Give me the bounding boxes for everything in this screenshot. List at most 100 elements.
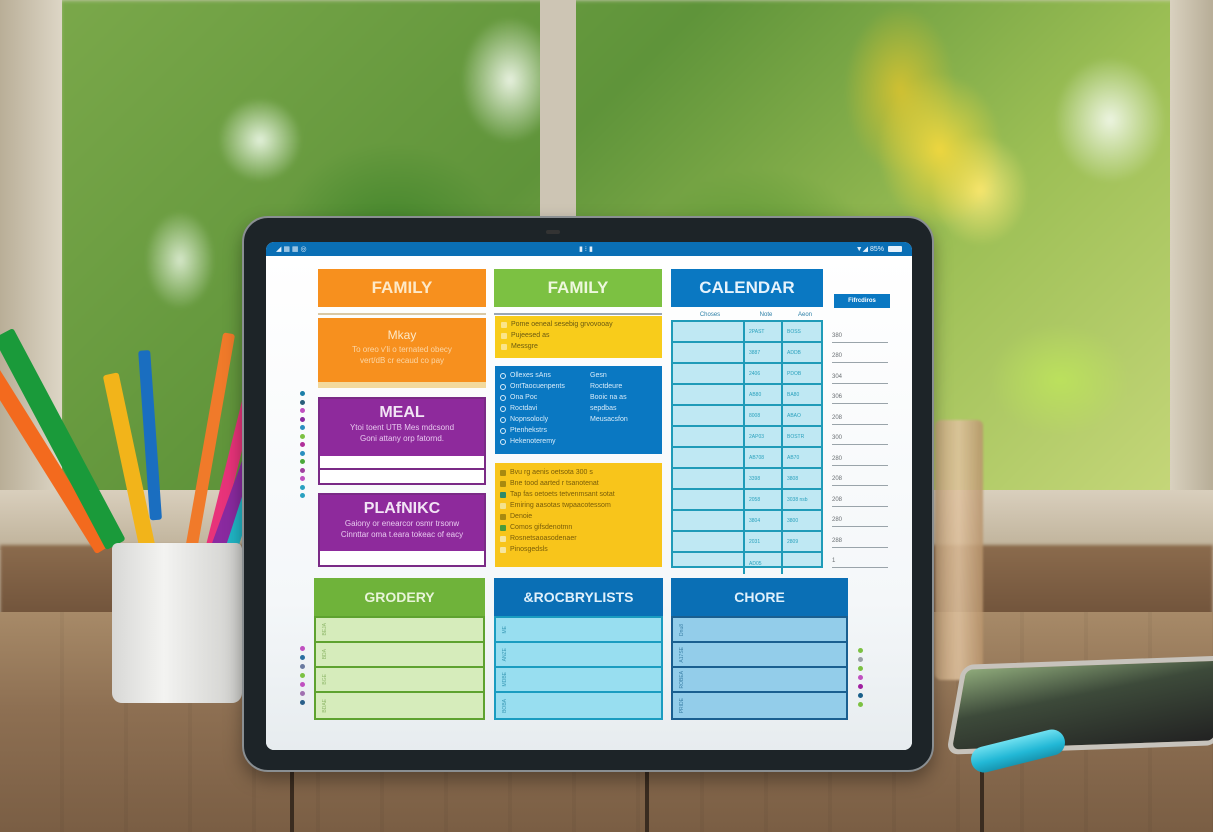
calendar-cell[interactable]: AB80 — [745, 385, 783, 404]
calendar-row[interactable]: 2406 PDOB — [673, 364, 821, 385]
side-panel-button[interactable]: Fifrcdiros — [834, 294, 890, 308]
list-item[interactable]: Tap fas oetoets tetvenmsant sotat — [500, 489, 657, 500]
calendar-row[interactable]: 8008 ABAO — [673, 406, 821, 427]
list-row[interactable]: MDBE — [496, 668, 661, 693]
calendar-cell[interactable]: AB708 — [745, 448, 783, 467]
blue-list-card[interactable]: Ollexes sAns OntTaocuenpents Ona Poc Roc… — [495, 366, 662, 454]
calendar-cell[interactable]: 2406 — [745, 364, 783, 383]
calendar-row[interactable]: 2AP03 BOSTR — [673, 427, 821, 448]
side-list-item[interactable]: 208 — [832, 466, 888, 486]
calendar-cell[interactable]: 3398 — [745, 469, 783, 488]
calendar-cell[interactable]: 2031 — [745, 532, 783, 551]
side-list-item[interactable]: 280 — [832, 507, 888, 527]
calendar-header[interactable]: CALENDAR — [671, 269, 823, 307]
calendar-cell[interactable]: 2AP03 — [745, 427, 783, 446]
calendar-cell[interactable]: 8008 — [745, 406, 783, 425]
calendar-cell[interactable] — [673, 469, 745, 488]
grocery-lists-header[interactable]: &ROCBRYLISTS — [494, 578, 663, 616]
calendar-grid[interactable]: 2PAST BOSS 3887 ADDB 2406 PDOB AB80 BA80 8008 ABA… — [671, 320, 823, 574]
calendar-cell[interactable]: AD05 — [745, 553, 783, 574]
list-row[interactable]: BOBA — [496, 693, 661, 718]
calendar-cell[interactable] — [673, 532, 745, 551]
list-item[interactable]: Roctdavi — [500, 403, 590, 414]
list-item[interactable]: Hekenoteremy — [500, 436, 590, 447]
list-item[interactable]: Rosnetsaoasodenaer — [500, 533, 657, 544]
list-row[interactable]: BGE — [316, 668, 483, 693]
calendar-row[interactable]: 2PAST BOSS — [673, 322, 821, 343]
calendar-cell[interactable] — [783, 553, 821, 574]
side-list-item[interactable]: 208 — [832, 486, 888, 507]
calendar-cell[interactable]: 3038 nsb — [783, 490, 821, 509]
planner-card[interactable]: PLAfNIKC Gaiony or enearcor osmr trsonw … — [318, 493, 486, 567]
list-item[interactable]: Emiring aasotas twpaacotessom — [500, 500, 657, 511]
list-item[interactable]: Bvu rg aenis oetsota 300 s — [500, 467, 657, 478]
side-list-item[interactable]: 380 — [832, 322, 888, 343]
list-item[interactable]: Denoie — [500, 511, 657, 522]
calendar-cell[interactable] — [673, 490, 745, 509]
calendar-cell[interactable]: BOSTR — [783, 427, 821, 446]
yellow-notes-card[interactable]: Pome oeneal sesebig grvovooay Pujeesed a… — [495, 316, 662, 358]
yellow-list-card[interactable]: Bvu rg aenis oetsota 300 s Bne tood aart… — [495, 463, 662, 567]
calendar-row[interactable]: 2058 3038 nsb — [673, 490, 821, 511]
calendar-row[interactable]: 3398 3808 — [673, 469, 821, 490]
side-list-item[interactable]: 288 — [832, 527, 888, 548]
calendar-cell[interactable]: 2PAST — [745, 322, 783, 341]
orange-note-card[interactable]: Mkay To oreo v'li o ternated obecy vert/… — [318, 318, 486, 388]
list-row[interactable]: BEJA — [316, 618, 483, 643]
calendar-cell[interactable] — [673, 322, 745, 341]
calendar-cell[interactable]: BA80 — [783, 385, 821, 404]
calendar-cell[interactable] — [673, 553, 745, 574]
family-header-green[interactable]: FAMILY — [494, 269, 662, 307]
calendar-cell[interactable] — [673, 385, 745, 404]
chore-header[interactable]: CHORE — [671, 578, 848, 616]
list-row[interactable]: A17SE — [673, 643, 846, 668]
list-item[interactable]: Ona Poc — [500, 392, 590, 403]
list-item[interactable]: Ptenhekstrs — [500, 425, 590, 436]
calendar-row[interactable]: AB708 AB70 — [673, 448, 821, 469]
meal-input-row[interactable] — [320, 456, 484, 470]
calendar-row[interactable]: 3887 ADDB — [673, 343, 821, 364]
list-row[interactable]: ROBEA — [673, 668, 846, 693]
calendar-row[interactable]: 2031 2809 — [673, 532, 821, 553]
calendar-cell[interactable] — [673, 427, 745, 446]
grocery-header[interactable]: GRODERY — [314, 578, 485, 616]
list-item[interactable]: OntTaocuenpents — [500, 381, 590, 392]
calendar-row[interactable]: AB80 BA80 — [673, 385, 821, 406]
list-row[interactable]: Dnu8 — [673, 618, 846, 643]
calendar-cell[interactable] — [673, 364, 745, 383]
calendar-cell[interactable] — [673, 343, 745, 362]
list-item[interactable]: Ollexes sAns — [500, 370, 590, 381]
family-header-orange[interactable]: FAMILY — [318, 269, 486, 307]
calendar-cell[interactable] — [673, 511, 745, 530]
calendar-cell[interactable]: 3808 — [783, 469, 821, 488]
list-item[interactable]: Nopnsolocly — [500, 414, 590, 425]
calendar-cell[interactable] — [673, 448, 745, 467]
calendar-row[interactable]: 3804 3800 — [673, 511, 821, 532]
list-item[interactable]: Pinosgedsls — [500, 544, 657, 555]
calendar-cell[interactable]: 2809 — [783, 532, 821, 551]
side-list-item[interactable]: 208 — [832, 404, 888, 425]
calendar-cell[interactable]: ADDB — [783, 343, 821, 362]
calendar-cell[interactable]: AB70 — [783, 448, 821, 467]
list-row[interactable]: ME — [496, 618, 661, 643]
list-row[interactable]: BDAE — [316, 693, 483, 718]
calendar-cell[interactable]: 3804 — [745, 511, 783, 530]
calendar-cell[interactable]: 2058 — [745, 490, 783, 509]
list-row[interactable]: PRIDE — [673, 693, 846, 718]
calendar-cell[interactable]: 3887 — [745, 343, 783, 362]
list-item[interactable]: Comos gifsdenotmn — [500, 522, 657, 533]
calendar-cell[interactable]: PDOB — [783, 364, 821, 383]
side-list-item[interactable]: 280 — [832, 445, 888, 466]
list-row[interactable]: BDA — [316, 643, 483, 668]
list-row[interactable]: ANZE — [496, 643, 661, 668]
calendar-cell[interactable] — [673, 406, 745, 425]
list-item[interactable]: Bne tood aarted r tsanotenat — [500, 478, 657, 489]
side-list-item[interactable]: 280 — [832, 343, 888, 363]
meal-card[interactable]: MEAL Ytoi toent UTB Mes mdcsond Goni att… — [318, 397, 486, 485]
side-list-item[interactable]: 1 — [832, 548, 888, 568]
side-list-item[interactable]: 300 — [832, 425, 888, 445]
side-list-item[interactable]: 306 — [832, 384, 888, 404]
side-list-item[interactable]: 304 — [832, 363, 888, 384]
calendar-cell[interactable]: ABAO — [783, 406, 821, 425]
calendar-cell[interactable]: 3800 — [783, 511, 821, 530]
